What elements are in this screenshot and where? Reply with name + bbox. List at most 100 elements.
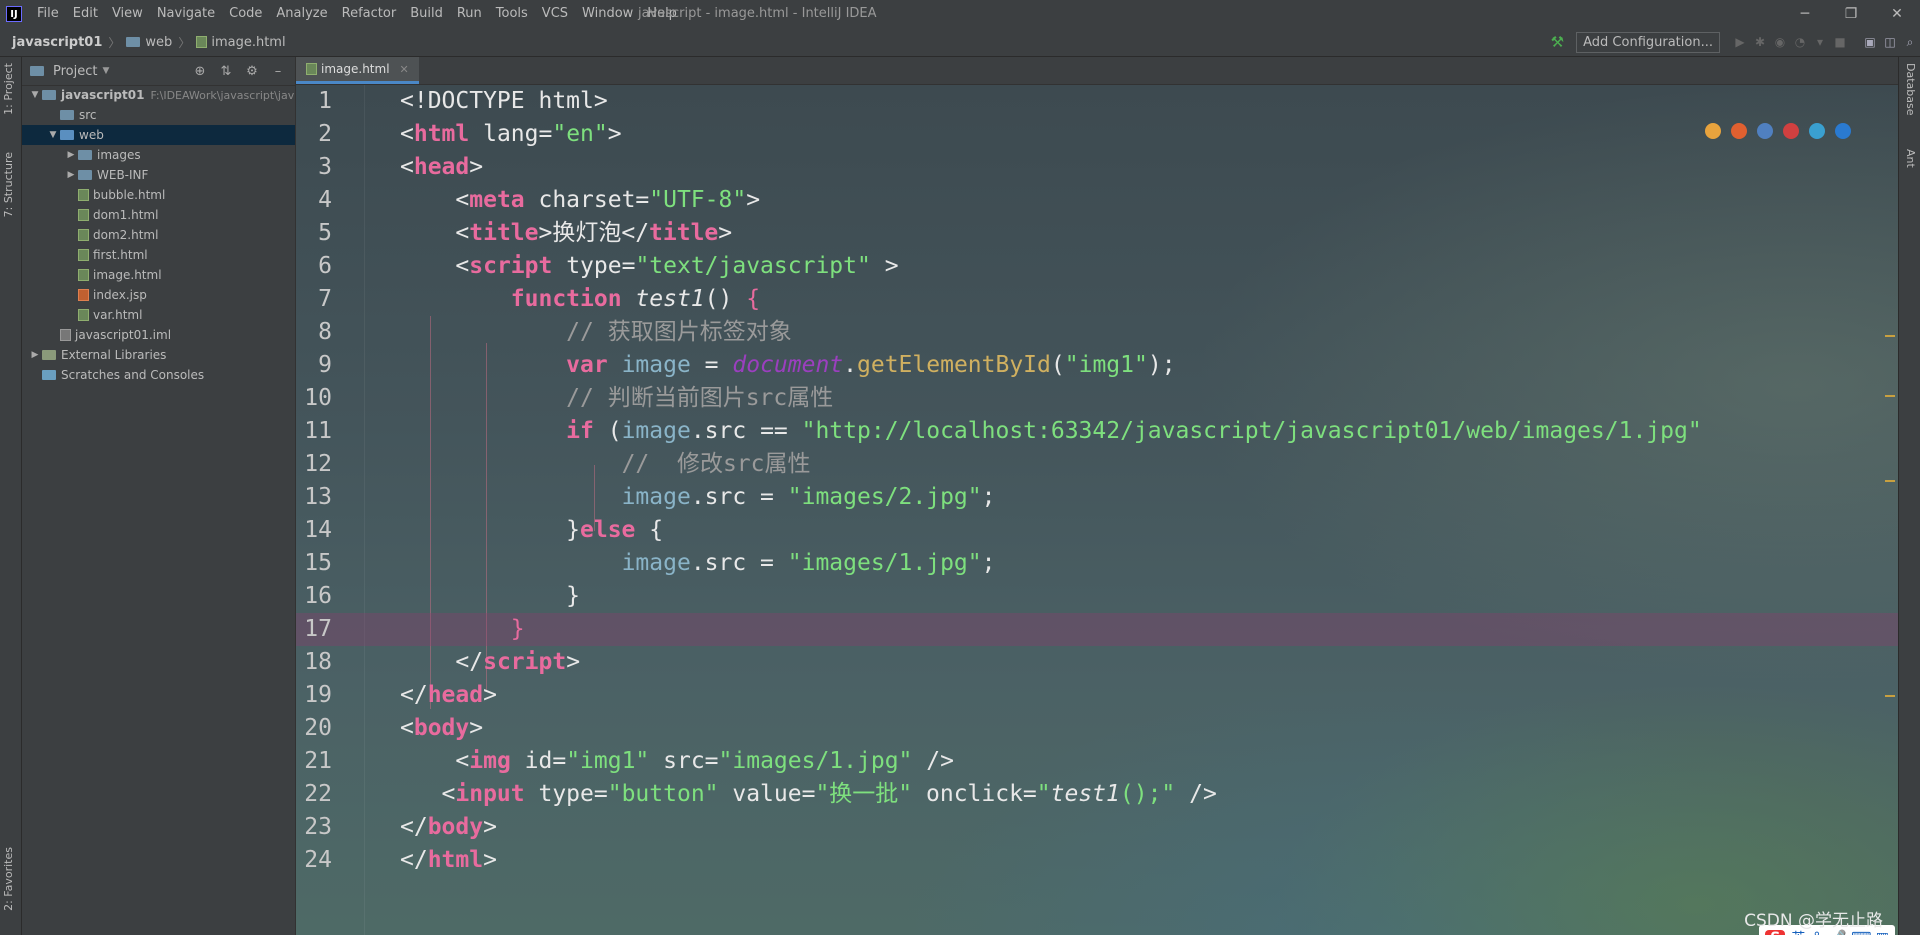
- expand-right-icon[interactable]: ▶: [64, 150, 78, 160]
- tree-item[interactable]: ▶ images: [22, 145, 295, 165]
- scroll-marker[interactable]: [1885, 480, 1895, 482]
- opera-icon[interactable]: [1783, 123, 1799, 139]
- locate-icon[interactable]: ⊕: [187, 64, 213, 79]
- tree-item[interactable]: index.jsp: [22, 285, 295, 305]
- close-tab-icon[interactable]: ✕: [400, 63, 409, 76]
- add-configuration-button[interactable]: Add Configuration...: [1576, 31, 1720, 53]
- tree-item-label: Scratches and Consoles: [61, 368, 205, 382]
- code-line-23: 23 </body>: [304, 814, 497, 840]
- search-icon[interactable]: ⌕: [1900, 35, 1920, 50]
- layout-icon[interactable]: ◫: [1880, 35, 1900, 49]
- tab-ant[interactable]: Ant: [1904, 149, 1917, 168]
- tab-structure[interactable]: 7: Structure: [2, 152, 15, 217]
- tree-item-label: External Libraries: [61, 348, 167, 362]
- menu-edit[interactable]: Edit: [66, 0, 105, 28]
- folder-icon: [42, 90, 56, 100]
- tree-item[interactable]: ▼ javascript01 F:\IDEAWork\javascript\jav: [22, 85, 295, 105]
- tree-item[interactable]: Scratches and Consoles: [22, 365, 295, 385]
- html-file-icon: [78, 249, 89, 261]
- restore-icon[interactable]: ❐: [1828, 0, 1874, 28]
- tree-item[interactable]: ▶ WEB-INF: [22, 165, 295, 185]
- menu-code[interactable]: Code: [222, 0, 269, 28]
- scroll-marker[interactable]: [1885, 335, 1895, 337]
- project-structure-icon[interactable]: ▣: [1860, 35, 1880, 49]
- tree-item[interactable]: dom2.html: [22, 225, 295, 245]
- menu-refactor[interactable]: Refactor: [335, 0, 404, 28]
- stop-icon[interactable]: ■: [1830, 35, 1850, 49]
- collapse-all-icon[interactable]: ⇅: [213, 64, 239, 79]
- menu-window[interactable]: Window: [575, 0, 640, 28]
- code-line-7: 7 function test1() {: [318, 286, 761, 312]
- breadcrumb-project[interactable]: javascript01: [0, 35, 106, 50]
- menu-navigate[interactable]: Navigate: [150, 0, 222, 28]
- menu-analyze[interactable]: Analyze: [269, 0, 334, 28]
- more-run-icon[interactable]: ▾: [1810, 35, 1830, 49]
- minimize-icon[interactable]: ─: [1782, 0, 1828, 28]
- close-icon[interactable]: ✕: [1874, 0, 1920, 28]
- profile-icon[interactable]: ◔: [1790, 35, 1810, 49]
- safari-icon[interactable]: [1757, 123, 1773, 139]
- navigation-bar: javascript01 〉 web 〉 image.html ⚒ Add Co…: [0, 28, 1920, 57]
- expand-right-icon[interactable]: ▶: [64, 170, 78, 180]
- tab-project[interactable]: 1: Project: [2, 63, 15, 115]
- project-tree: ▼ javascript01 F:\IDEAWork\javascript\jav s…: [22, 85, 295, 385]
- tree-item[interactable]: src: [22, 105, 295, 125]
- menu-run[interactable]: Run: [450, 0, 489, 28]
- debug-icon[interactable]: ✱: [1750, 35, 1770, 49]
- breadcrumb-separator: 〉: [178, 35, 191, 50]
- menu-view[interactable]: View: [105, 0, 150, 28]
- tab-image-html[interactable]: image.html ✕: [296, 57, 419, 84]
- scroll-marker[interactable]: [1885, 695, 1895, 697]
- tab-favorites[interactable]: 2: Favorites: [2, 847, 15, 911]
- code-line-17: 17 }: [296, 613, 1899, 646]
- tree-item[interactable]: javascript01.iml: [22, 325, 295, 345]
- folder-icon: [60, 130, 74, 140]
- edge-icon[interactable]: [1835, 123, 1851, 139]
- scroll-marker[interactable]: [1885, 395, 1895, 397]
- project-view-selector[interactable]: Project: [53, 64, 97, 79]
- menu-vcs[interactable]: VCS: [535, 0, 575, 28]
- tree-item[interactable]: ▼ web: [22, 125, 295, 145]
- run-icon[interactable]: ▶: [1730, 35, 1750, 49]
- tree-item[interactable]: dom1.html: [22, 205, 295, 225]
- breadcrumb-separator: 〉: [108, 35, 121, 50]
- html-file-icon: [78, 229, 89, 241]
- code-line-12: 12 // 修改src属性: [304, 451, 811, 477]
- ie-icon[interactable]: [1809, 123, 1825, 139]
- expand-down-icon[interactable]: ▼: [46, 130, 60, 140]
- code-line-10: 10 // 判断当前图片src属性: [304, 385, 834, 411]
- expand-down-icon[interactable]: ▼: [28, 90, 42, 100]
- firefox-icon[interactable]: [1731, 123, 1747, 139]
- menu-build[interactable]: Build: [403, 0, 450, 28]
- breadcrumb-web[interactable]: web: [122, 35, 176, 50]
- hide-icon[interactable]: –: [265, 64, 291, 79]
- browser-preview-icons: [1695, 123, 1851, 139]
- menu-bar: IJ File Edit View Navigate Code Analyze Refact…: [0, 0, 1920, 28]
- build-hammer-icon[interactable]: ⚒: [1551, 33, 1564, 51]
- tree-item[interactable]: bubble.html: [22, 185, 295, 205]
- tree-item[interactable]: ▶ External Libraries: [22, 345, 295, 365]
- scratches-icon: [42, 370, 56, 380]
- menu-file[interactable]: File: [30, 0, 66, 28]
- tree-item[interactable]: var.html: [22, 305, 295, 325]
- editor-tabs: image.html ✕: [296, 57, 1899, 85]
- code-line-3: 3 <head>: [318, 154, 484, 180]
- gear-icon[interactable]: ⚙: [239, 64, 265, 79]
- tree-item[interactable]: first.html: [22, 245, 295, 265]
- html-file-icon: [306, 63, 317, 75]
- chevron-down-icon[interactable]: ▼: [102, 66, 109, 76]
- code-line-16: 16 }: [304, 583, 581, 609]
- code-line-20: 20 <body>: [304, 715, 484, 741]
- breadcrumb-file[interactable]: image.html: [192, 35, 289, 50]
- expand-right-icon[interactable]: ▶: [28, 350, 42, 360]
- watermark: CSDN @学无止路: [1744, 911, 1883, 931]
- code-editor[interactable]: 1 <!DOCTYPE html> 2 <html lang="en"> 3 <hea…: [296, 85, 1899, 935]
- html-file-icon: [78, 209, 89, 221]
- menu-tools[interactable]: Tools: [489, 0, 535, 28]
- coverage-icon[interactable]: ◉: [1770, 35, 1790, 49]
- chrome-icon[interactable]: [1705, 123, 1721, 139]
- tree-item[interactable]: image.html: [22, 265, 295, 285]
- tab-database[interactable]: Database: [1904, 63, 1917, 116]
- code-line-15: 15 image.src = "images/1.jpg";: [304, 550, 996, 576]
- code-line-11: 11 if (image.src == "http://localhost:63…: [304, 418, 1702, 444]
